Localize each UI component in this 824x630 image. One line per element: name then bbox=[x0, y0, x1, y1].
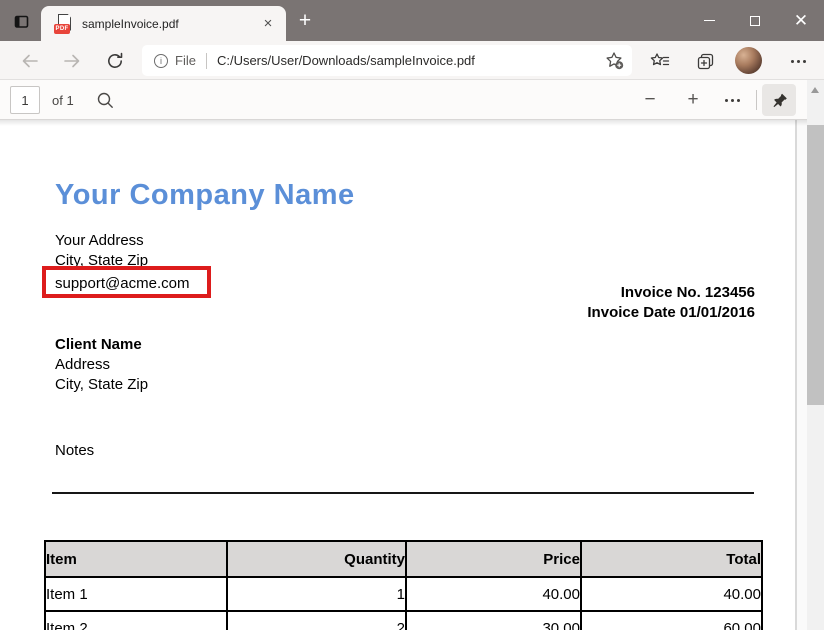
invoice-number: Invoice No. 123456 bbox=[455, 284, 755, 301]
protocol-label: File bbox=[175, 53, 196, 68]
more-options-button[interactable] bbox=[719, 87, 745, 113]
search-button[interactable] bbox=[92, 87, 118, 113]
cell-price: 30.00 bbox=[406, 611, 581, 630]
company-name: Your Company Name bbox=[55, 179, 355, 212]
ellipsis-icon bbox=[791, 60, 806, 63]
minimize-button[interactable] bbox=[686, 0, 732, 41]
pin-toolbar-button[interactable] bbox=[762, 84, 796, 116]
client-name: Client Name bbox=[55, 336, 142, 353]
tab-actions-icon bbox=[13, 13, 30, 30]
window-controls: ✕ bbox=[686, 0, 824, 41]
header-item: Item bbox=[45, 541, 227, 577]
cell-price: 40.00 bbox=[406, 577, 581, 611]
tab-actions-menu-button[interactable] bbox=[8, 8, 34, 34]
profile-avatar[interactable] bbox=[735, 47, 762, 74]
table-row: Item 2 2 30.00 60.00 bbox=[45, 611, 762, 630]
cell-quantity: 2 bbox=[227, 611, 406, 630]
back-button[interactable] bbox=[17, 48, 43, 74]
collections-icon bbox=[696, 52, 715, 71]
maximize-icon bbox=[750, 16, 760, 26]
invoice-table: Item Quantity Price Total Item 1 1 40.00… bbox=[44, 540, 763, 630]
cell-quantity: 1 bbox=[227, 577, 406, 611]
table-header-row: Item Quantity Price Total bbox=[45, 541, 762, 577]
address-divider bbox=[206, 53, 207, 69]
favorites-button[interactable] bbox=[647, 48, 673, 74]
client-city: City, State Zip bbox=[55, 376, 148, 393]
pdf-file-icon: PDF bbox=[56, 14, 73, 34]
scroll-up-arrow[interactable] bbox=[811, 87, 819, 93]
header-total: Total bbox=[581, 541, 762, 577]
pdf-viewport: Your Company Name Your Address City, Sta… bbox=[0, 120, 807, 630]
table-row: Item 1 1 40.00 40.00 bbox=[45, 577, 762, 611]
add-favorite-button[interactable] bbox=[605, 51, 624, 70]
company-address: Your Address bbox=[55, 232, 144, 249]
zoom-in-button[interactable]: + bbox=[680, 87, 706, 113]
pin-icon bbox=[771, 92, 788, 109]
favorites-hub-icon bbox=[650, 52, 670, 70]
company-email: support@acme.com bbox=[55, 275, 189, 292]
invoice-date: Invoice Date 01/01/2016 bbox=[455, 304, 755, 321]
more-options-ellipsis-icon bbox=[725, 99, 740, 102]
page-edge-shadow bbox=[795, 120, 797, 630]
notes-label: Notes bbox=[55, 442, 94, 459]
site-info-icon[interactable]: i bbox=[154, 54, 168, 68]
toolbar-divider bbox=[756, 90, 757, 110]
section-divider bbox=[52, 492, 754, 494]
add-favorite-star-icon bbox=[605, 51, 624, 70]
refresh-button[interactable] bbox=[102, 48, 128, 74]
cell-total: 60.00 bbox=[581, 611, 762, 630]
client-address: Address bbox=[55, 356, 110, 373]
pdf-toolbar: of 1 − + bbox=[0, 80, 807, 120]
settings-menu-button[interactable] bbox=[785, 48, 811, 74]
header-price: Price bbox=[406, 541, 581, 577]
maximize-button[interactable] bbox=[732, 0, 778, 41]
cell-item: Item 2 bbox=[45, 611, 227, 630]
back-arrow-icon bbox=[21, 53, 39, 69]
zoom-out-button[interactable]: − bbox=[637, 87, 663, 113]
tab-title: sampleInvoice.pdf bbox=[82, 17, 259, 31]
cell-item: Item 1 bbox=[45, 577, 227, 611]
pdf-tab[interactable]: PDF sampleInvoice.pdf × bbox=[41, 6, 286, 41]
scrollbar-thumb[interactable] bbox=[807, 125, 824, 405]
cell-total: 40.00 bbox=[581, 577, 762, 611]
search-icon bbox=[96, 91, 114, 109]
pdf-page: Your Company Name Your Address City, Sta… bbox=[0, 120, 795, 630]
forward-arrow-icon bbox=[63, 53, 81, 69]
forward-button[interactable] bbox=[59, 48, 85, 74]
titlebar: PDF sampleInvoice.pdf × + ✕ bbox=[0, 0, 824, 41]
tab-close-button[interactable]: × bbox=[259, 15, 277, 33]
minimize-icon bbox=[704, 20, 715, 22]
address-bar[interactable]: i File C:/Users/User/Downloads/sampleInv… bbox=[142, 45, 632, 76]
url-text: C:/Users/User/Downloads/sampleInvoice.pd… bbox=[217, 53, 605, 68]
browser-window: PDF sampleInvoice.pdf × + ✕ bbox=[0, 0, 824, 630]
close-icon: ✕ bbox=[794, 12, 808, 29]
header-quantity: Quantity bbox=[227, 541, 406, 577]
toolbar-shadow bbox=[0, 120, 807, 126]
collections-button[interactable] bbox=[692, 48, 718, 74]
close-button[interactable]: ✕ bbox=[778, 0, 824, 41]
vertical-scrollbar[interactable] bbox=[807, 80, 824, 630]
new-tab-button[interactable]: + bbox=[293, 9, 317, 33]
page-count-label: of 1 bbox=[52, 93, 74, 108]
refresh-icon bbox=[106, 52, 124, 70]
page-number-input[interactable] bbox=[10, 86, 40, 114]
navigation-bar: i File C:/Users/User/Downloads/sampleInv… bbox=[0, 41, 824, 80]
